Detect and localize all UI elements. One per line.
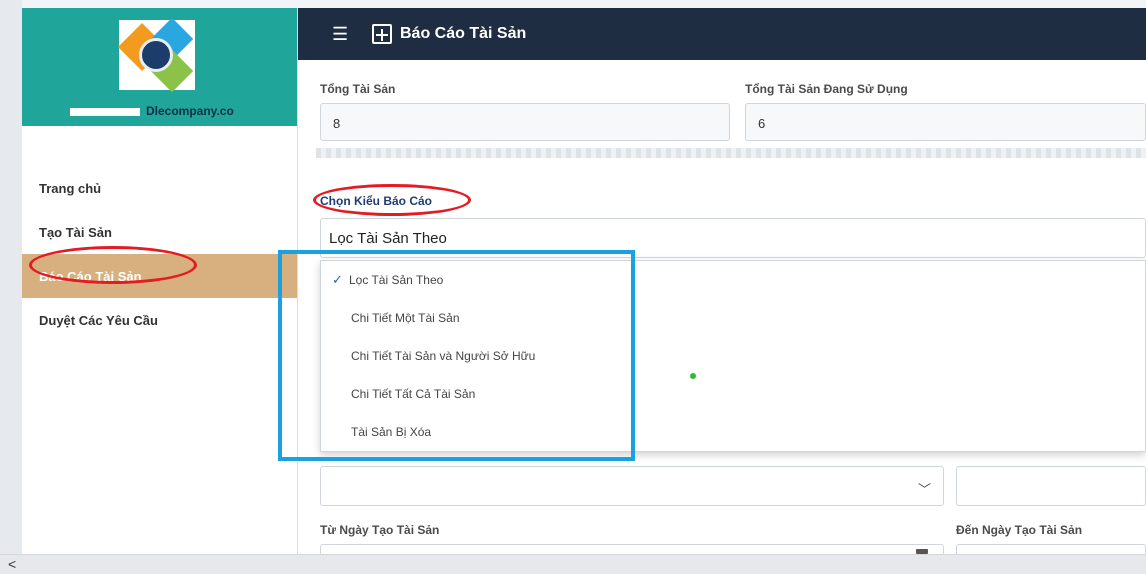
window-edge [0, 0, 22, 574]
from-date-label: Từ Ngày Tạo Tài Sản [320, 523, 440, 537]
chevron-down-icon: ﹀ [917, 482, 931, 497]
sidebar: Dlecompany.co Trang chủ Tạo Tài Sản Báo … [22, 8, 298, 554]
sidebar-item-label: Duyệt Các Yêu Cầu [39, 312, 158, 328]
sidebar-item-approve-requests[interactable]: Duyệt Các Yêu Cầu [22, 298, 297, 342]
annotation-box-options [278, 250, 635, 461]
assets-in-use-label: Tổng Tài Sản Đang Sử Dụng [745, 82, 908, 96]
horizontal-scrollbar[interactable]: < [0, 554, 1146, 574]
total-assets-label: Tổng Tài Sản [320, 82, 396, 96]
company-logo [117, 17, 195, 93]
sidebar-item-label: Tạo Tài Sản [39, 224, 112, 240]
sidebar-item-create-asset[interactable]: Tạo Tài Sản [22, 210, 297, 254]
sidebar-item-home[interactable]: Trang chủ [22, 166, 297, 210]
scroll-left-icon[interactable]: < [8, 556, 16, 572]
brand-panel: Dlecompany.co [22, 8, 297, 126]
redacted-email-part [70, 107, 140, 116]
annotation-ellipse-report-nav [29, 246, 197, 284]
status-dot [690, 373, 696, 379]
sidebar-nav: Trang chủ Tạo Tài Sản Báo Cáo Tài Sản Du… [22, 126, 297, 342]
report-icon [372, 24, 392, 44]
logo-center-mark [139, 38, 173, 72]
annotation-ellipse-report-type [313, 184, 471, 216]
filter-select[interactable]: ﹀ [320, 466, 944, 506]
section-divider [316, 148, 1146, 158]
app-frame: Dlecompany.co Trang chủ Tạo Tài Sản Báo … [0, 0, 1146, 574]
assets-in-use-field: 6 [745, 103, 1146, 141]
to-date-label: Đến Ngày Tạo Tài Sản [956, 523, 1083, 537]
hamburger-icon[interactable]: ☰ [332, 24, 350, 45]
total-assets-field: 8 [320, 103, 730, 141]
account-email-suffix: Dlecompany.co [146, 104, 234, 118]
page-title: Báo Cáo Tài Sản [400, 25, 527, 42]
sidebar-item-label: Trang chủ [39, 180, 102, 196]
top-bar: ☰ Báo Cáo Tài Sản [298, 8, 1146, 60]
account-email: Dlecompany.co [70, 104, 234, 118]
secondary-filter-field[interactable] [956, 466, 1146, 506]
